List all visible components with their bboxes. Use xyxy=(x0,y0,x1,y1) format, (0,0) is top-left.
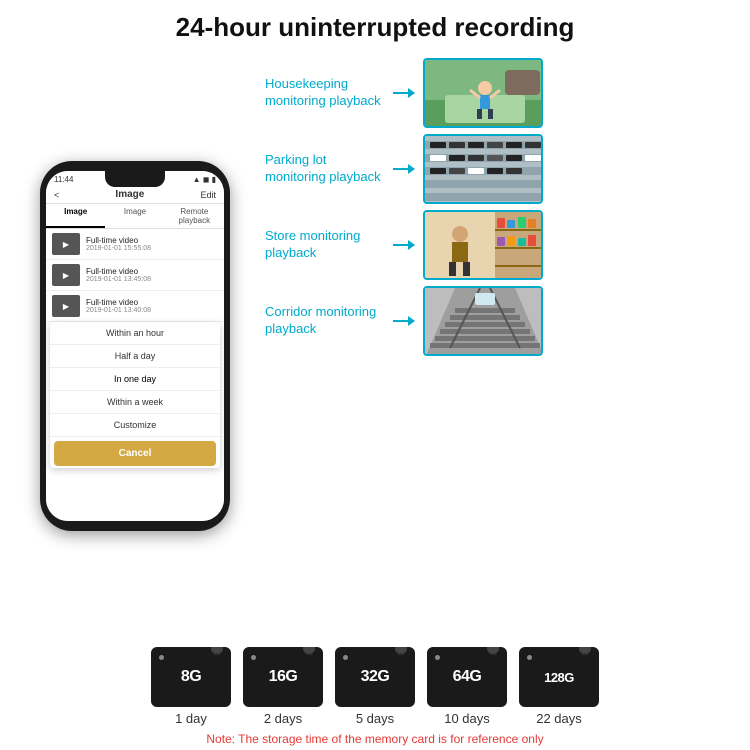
storage-card-64g: 64G 10 days xyxy=(427,647,507,726)
arrow-1 xyxy=(408,88,415,98)
hline-3 xyxy=(393,244,408,246)
phone-nav-title: Image xyxy=(115,189,144,200)
sd-notch-128g xyxy=(579,647,591,653)
arrow-3 xyxy=(408,240,415,250)
label-store: Store monitoringplayback xyxy=(265,228,385,262)
phone-video-list: ▶ Full-time video 2019-01-01 15:55:08 ▶ … xyxy=(46,229,224,521)
dropdown-one-day[interactable]: In one day xyxy=(50,368,220,391)
phone-screen: 11:44 ▲ ◼ ▮ < Image Edit Image Image Rem… xyxy=(46,171,224,521)
hline-1 xyxy=(393,92,408,94)
monitoring-parking: Parking lotmonitoring playback xyxy=(265,134,735,204)
image-housekeeping xyxy=(423,58,543,128)
video-title-3: Full-time video xyxy=(86,298,151,307)
connector-housekeeping xyxy=(393,88,415,98)
video-item-3[interactable]: ▶ Full-time video 2019-01-01 13:40:08 xyxy=(46,291,224,322)
sd-dot-16g xyxy=(251,655,256,660)
video-thumb-1: ▶ xyxy=(52,233,80,255)
phone-mockup: 11:44 ▲ ◼ ▮ < Image Edit Image Image Rem… xyxy=(40,161,230,531)
monitoring-section: Housekeepingmonitoring playback xyxy=(265,53,735,639)
dropdown-customize[interactable]: Customize xyxy=(50,414,220,437)
dropdown-week[interactable]: Within a week xyxy=(50,391,220,414)
tab-image2[interactable]: Image xyxy=(105,204,164,228)
main-section: 11:44 ▲ ◼ ▮ < Image Edit Image Image Rem… xyxy=(0,53,750,639)
image-corridor xyxy=(423,286,543,356)
monitoring-store: Store monitoringplayback xyxy=(265,210,735,280)
days-128g: 22 days xyxy=(536,711,582,726)
sd-dot-128g xyxy=(527,655,532,660)
video-info-1: Full-time video 2019-01-01 15:55:08 xyxy=(86,236,151,252)
page-title: 24-hour uninterrupted recording xyxy=(176,12,575,43)
dropdown-within-hour[interactable]: Within an hour xyxy=(50,322,220,345)
label-parking: Parking lotmonitoring playback xyxy=(265,152,385,186)
phone-time: 11:44 xyxy=(54,175,73,184)
video-title-2: Full-time video xyxy=(86,267,151,276)
days-16g: 2 days xyxy=(264,711,302,726)
storage-card-8g: 8G 1 day xyxy=(151,647,231,726)
sd-label-128g: 128G xyxy=(544,670,574,685)
phone-notch xyxy=(105,171,165,187)
sd-label-64g: 64G xyxy=(453,668,482,686)
monitoring-corridor: Corridor monitoringplayback xyxy=(265,286,735,356)
connector-corridor xyxy=(393,316,415,326)
days-32g: 5 days xyxy=(356,711,394,726)
video-info-2: Full-time video 2019-01-01 13:45:08 xyxy=(86,267,151,283)
dropdown-half-day[interactable]: Half a day xyxy=(50,345,220,368)
sd-dot-8g xyxy=(159,655,164,660)
connector-parking xyxy=(393,164,415,174)
video-thumb-2: ▶ xyxy=(52,264,80,286)
phone-nav-bar: < Image Edit xyxy=(46,186,224,204)
storage-section: 8G 1 day 16G 2 days 32G 5 days xyxy=(0,639,750,750)
phone-back[interactable]: < xyxy=(54,190,59,200)
phone-icons: ▲ ◼ ▮ xyxy=(193,175,216,184)
days-8g: 1 day xyxy=(175,711,207,726)
sd-card-128g: 128G xyxy=(519,647,599,707)
tab-remote[interactable]: Remote playback xyxy=(165,204,224,228)
storage-card-32g: 32G 5 days xyxy=(335,647,415,726)
label-corridor: Corridor monitoringplayback xyxy=(265,304,385,338)
connector-store xyxy=(393,240,415,250)
sd-label-8g: 8G xyxy=(181,668,201,686)
sd-label-32g: 32G xyxy=(361,668,390,686)
storage-card-128g: 128G 22 days xyxy=(519,647,599,726)
hline-2 xyxy=(393,168,408,170)
sd-dot-32g xyxy=(343,655,348,660)
video-date-2: 2019-01-01 13:45:08 xyxy=(86,276,151,283)
arrow-4 xyxy=(408,316,415,326)
phone-edit[interactable]: Edit xyxy=(200,190,216,200)
video-thumb-3: ▶ xyxy=(52,295,80,317)
video-date-3: 2019-01-01 13:40:08 xyxy=(86,307,151,314)
image-parking xyxy=(423,134,543,204)
video-item-2[interactable]: ▶ Full-time video 2019-01-01 13:45:08 xyxy=(46,260,224,291)
sd-notch-8g xyxy=(211,647,223,653)
storage-note: Note: The storage time of the memory car… xyxy=(206,732,543,746)
sd-notch-32g xyxy=(395,647,407,653)
sd-card-64g: 64G xyxy=(427,647,507,707)
video-title-1: Full-time video xyxy=(86,236,151,245)
sd-label-16g: 16G xyxy=(269,668,298,686)
storage-cards: 8G 1 day 16G 2 days 32G 5 days xyxy=(151,647,599,726)
page: 24-hour uninterrupted recording 11:44 ▲ … xyxy=(0,0,750,750)
sd-card-32g: 32G xyxy=(335,647,415,707)
storage-card-16g: 16G 2 days xyxy=(243,647,323,726)
image-store xyxy=(423,210,543,280)
sd-notch-64g xyxy=(487,647,499,653)
tab-image[interactable]: Image xyxy=(46,204,105,228)
dropdown-cancel[interactable]: Cancel xyxy=(54,441,216,466)
monitoring-housekeeping: Housekeepingmonitoring playback xyxy=(265,58,735,128)
hline-4 xyxy=(393,320,408,322)
phone-tabs: Image Image Remote playback xyxy=(46,204,224,229)
video-date-1: 2019-01-01 15:55:08 xyxy=(86,245,151,252)
sd-card-8g: 8G xyxy=(151,647,231,707)
sd-dot-64g xyxy=(435,655,440,660)
video-info-3: Full-time video 2019-01-01 13:40:08 xyxy=(86,298,151,314)
sd-card-16g: 16G xyxy=(243,647,323,707)
label-housekeeping: Housekeepingmonitoring playback xyxy=(265,76,385,110)
phone-container: 11:44 ▲ ◼ ▮ < Image Edit Image Image Rem… xyxy=(15,53,255,639)
video-item-1[interactable]: ▶ Full-time video 2019-01-01 15:55:08 xyxy=(46,229,224,260)
days-64g: 10 days xyxy=(444,711,490,726)
arrow-2 xyxy=(408,164,415,174)
phone-dropdown: Within an hour Half a day In one day Wit… xyxy=(50,322,220,468)
sd-notch-16g xyxy=(303,647,315,653)
